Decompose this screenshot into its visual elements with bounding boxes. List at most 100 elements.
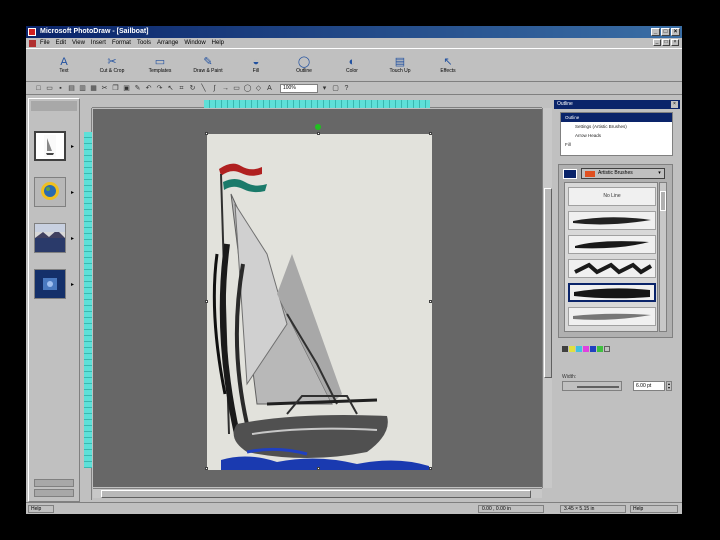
sailboat-artwork[interactable]: [207, 134, 432, 470]
more-colors-icon[interactable]: [604, 346, 610, 352]
tree-item-fill[interactable]: Fill: [561, 140, 672, 149]
status-help-right[interactable]: Help: [630, 505, 678, 513]
menu-edit[interactable]: Edit: [56, 38, 66, 48]
picture-thumbnail-landscape[interactable]: [34, 223, 66, 253]
paste-icon[interactable]: ▣: [122, 84, 131, 93]
vertical-scroll-thumb[interactable]: [544, 188, 552, 378]
status-help-button[interactable]: Help: [28, 505, 54, 513]
doc-close-button[interactable]: ×: [671, 39, 679, 46]
rectangle-icon[interactable]: ▭: [232, 84, 241, 93]
cut-crop-button[interactable]: ✂ Cut & Crop: [88, 49, 136, 81]
selection-handle[interactable]: [205, 300, 208, 303]
curve-icon[interactable]: ∫: [210, 84, 219, 93]
line-icon[interactable]: ╲: [199, 84, 208, 93]
format-painter-icon[interactable]: ✎: [133, 84, 142, 93]
close-button[interactable]: ×: [671, 28, 680, 36]
menu-insert[interactable]: Insert: [91, 38, 106, 48]
pointer-icon[interactable]: ↖: [166, 84, 175, 93]
brush-item[interactable]: [568, 307, 656, 326]
redo-icon[interactable]: ↷: [155, 84, 164, 93]
app-icon[interactable]: [28, 28, 36, 36]
brush-category-icon[interactable]: [563, 169, 577, 179]
fill-button[interactable]: ◒ Fill: [232, 49, 280, 81]
text-button[interactable]: A Text: [40, 49, 88, 81]
effects-button[interactable]: ↖ Effects: [424, 49, 472, 81]
selection-handle[interactable]: [205, 132, 208, 135]
new-icon[interactable]: □: [34, 84, 43, 93]
selection-handle[interactable]: [205, 467, 208, 470]
color-swatch[interactable]: [576, 346, 582, 352]
print-icon[interactable]: ▤: [67, 84, 76, 93]
minimize-button[interactable]: _: [651, 28, 660, 36]
color-swatch[interactable]: [590, 346, 596, 352]
brush-item-no-line[interactable]: No Line: [568, 187, 656, 206]
menu-window[interactable]: Window: [184, 38, 205, 48]
brush-list-scroll-thumb[interactable]: [660, 191, 666, 211]
outline-button[interactable]: ◯ Outline: [280, 49, 328, 81]
picture-thumbnail-night[interactable]: [34, 269, 66, 299]
horizontal-scrollbar[interactable]: [93, 488, 542, 498]
draw-paint-button[interactable]: ✎ Draw & Paint: [184, 49, 232, 81]
picture-area[interactable]: [205, 124, 432, 470]
color-swatch[interactable]: [583, 346, 589, 352]
menu-tools[interactable]: Tools: [137, 38, 151, 48]
doc-restore-button[interactable]: □: [662, 39, 670, 46]
visual-open-nav-down[interactable]: [34, 489, 74, 497]
copy-icon[interactable]: ❐: [111, 84, 120, 93]
tree-item-arrow-heads[interactable]: Arrow Heads: [561, 131, 672, 140]
width-spinner[interactable]: ▴ ▾: [666, 381, 672, 391]
selection-handle[interactable]: [429, 467, 432, 470]
document-icon[interactable]: [29, 40, 36, 47]
menu-format[interactable]: Format: [112, 38, 131, 48]
color-swatch[interactable]: [569, 346, 575, 352]
menu-view[interactable]: View: [72, 38, 85, 48]
touch-up-button[interactable]: ▤ Touch Up: [376, 49, 424, 81]
brush-list-scrollbar[interactable]: [659, 182, 667, 332]
chevron-down-icon[interactable]: ▾: [656, 170, 663, 177]
eyedropper-icon[interactable]: [562, 346, 568, 352]
undo-icon[interactable]: ↶: [144, 84, 153, 93]
brush-item[interactable]: [568, 211, 656, 230]
color-swatch[interactable]: [597, 346, 603, 352]
tree-item-settings[interactable]: Settings (Artistic Brushes): [561, 122, 672, 131]
menu-help[interactable]: Help: [212, 38, 224, 48]
open-icon[interactable]: ▭: [45, 84, 54, 93]
brush-item[interactable]: [568, 235, 656, 254]
menu-arrange[interactable]: Arrange: [157, 38, 178, 48]
crop-icon[interactable]: ⌗: [177, 84, 186, 93]
picture-thumbnail-sailboat[interactable]: [34, 131, 66, 161]
menu-file[interactable]: File: [40, 38, 50, 48]
selection-handle[interactable]: [429, 300, 432, 303]
templates-button[interactable]: ▭ Templates: [136, 49, 184, 81]
zoom-box[interactable]: 100%: [280, 84, 318, 93]
workpane-close-button[interactable]: ×: [671, 101, 678, 108]
scratch-area[interactable]: [93, 109, 542, 487]
horizontal-scroll-thumb[interactable]: [101, 490, 531, 498]
brush-item[interactable]: [568, 259, 656, 278]
vertical-scrollbar[interactable]: [542, 108, 552, 488]
selection-handle[interactable]: [429, 132, 432, 135]
brush-category-dropdown[interactable]: Artistic Brushes ▾: [581, 168, 665, 179]
scan-icon[interactable]: ▥: [78, 84, 87, 93]
help-icon[interactable]: ?: [342, 84, 351, 93]
camera-icon[interactable]: ▦: [89, 84, 98, 93]
selection-handle[interactable]: [317, 467, 320, 470]
doc-minimize-button[interactable]: _: [653, 39, 661, 46]
save-icon[interactable]: ▪: [56, 84, 65, 93]
color-button[interactable]: ◐ Color: [328, 49, 376, 81]
ellipse-icon[interactable]: ◯: [243, 84, 252, 93]
fit-icon[interactable]: ▢: [331, 84, 340, 93]
picture-thumbnail-globe[interactable]: [34, 177, 66, 207]
cut-icon[interactable]: ✂: [100, 84, 109, 93]
brush-item-selected[interactable]: [568, 283, 656, 302]
visual-open-nav-up[interactable]: [34, 479, 74, 487]
width-value-input[interactable]: 6.00 pt: [633, 381, 665, 391]
rotate-icon[interactable]: ↻: [188, 84, 197, 93]
tree-item-outline[interactable]: Outline: [561, 113, 672, 122]
autoshape-icon[interactable]: ◇: [254, 84, 263, 93]
selection-handle[interactable]: [317, 132, 320, 135]
text-tool-icon[interactable]: A: [265, 84, 274, 93]
maximize-button[interactable]: □: [661, 28, 670, 36]
width-slider[interactable]: [562, 381, 622, 391]
zoom-dropdown-icon[interactable]: ▾: [320, 84, 329, 93]
